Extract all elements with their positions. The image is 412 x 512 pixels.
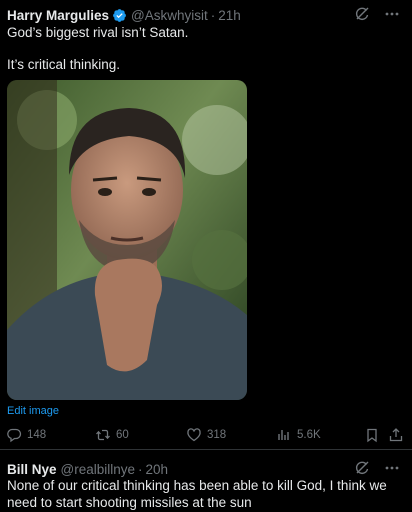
separator-dot: · xyxy=(210,7,216,23)
views-icon xyxy=(278,430,289,440)
views-count: 5.6K xyxy=(297,429,321,441)
retweet-button[interactable]: 60 xyxy=(95,427,129,443)
tweet-header: Harry Margulies @Askwhyisit · 21h xyxy=(7,6,241,24)
like-button[interactable]: 318 xyxy=(186,427,226,443)
reply-button[interactable]: 148 xyxy=(6,427,46,443)
heart-icon xyxy=(187,428,201,442)
grok-icon[interactable] xyxy=(354,460,370,476)
bookmark-icon xyxy=(367,428,377,443)
portrait-image xyxy=(7,80,247,400)
author-handle[interactable]: @realbillnye xyxy=(61,462,136,477)
author-name[interactable]: Bill Nye xyxy=(7,462,57,477)
reply-count: 148 xyxy=(27,429,47,441)
retweet-count: 60 xyxy=(116,429,129,441)
tweet-text-line: God’s biggest rival isn’t Satan. xyxy=(7,25,189,40)
verified-badge-icon xyxy=(112,8,127,23)
timestamp[interactable]: 21h xyxy=(218,8,241,23)
tweet[interactable]: Bill Nye @realbillnye · 20h None of our … xyxy=(0,450,412,512)
tweet[interactable]: Harry Margulies @Askwhyisit · 21h God’s … xyxy=(0,0,412,450)
author-handle[interactable]: @Askwhyisit xyxy=(131,8,208,23)
tweet-text: None of our critical thinking has been a… xyxy=(7,478,387,510)
tweet-actions: 148 60 318 5.6K xyxy=(0,427,412,447)
tweet-photo[interactable] xyxy=(7,80,247,400)
retweet-icon xyxy=(96,429,110,441)
tweet-top-actions xyxy=(354,460,400,476)
more-icon[interactable] xyxy=(384,6,400,22)
tweet-top-actions xyxy=(354,6,400,22)
share-button[interactable] xyxy=(388,427,404,443)
timestamp[interactable]: 20h xyxy=(146,462,169,477)
more-icon[interactable] xyxy=(384,460,400,476)
reply-icon xyxy=(7,428,22,443)
grok-icon[interactable] xyxy=(354,6,370,22)
share-icon xyxy=(389,428,403,442)
edit-image-link[interactable]: Edit image xyxy=(7,405,59,417)
tweet-text-line: It’s critical thinking. xyxy=(7,57,121,72)
like-count: 318 xyxy=(207,429,227,441)
tweet-header: Bill Nye @realbillnye · 20h xyxy=(7,460,168,478)
author-name[interactable]: Harry Margulies xyxy=(7,8,109,23)
views-button[interactable]: 5.6K xyxy=(276,427,321,443)
bookmark-button[interactable] xyxy=(364,427,380,443)
separator-dot: · xyxy=(138,461,143,477)
